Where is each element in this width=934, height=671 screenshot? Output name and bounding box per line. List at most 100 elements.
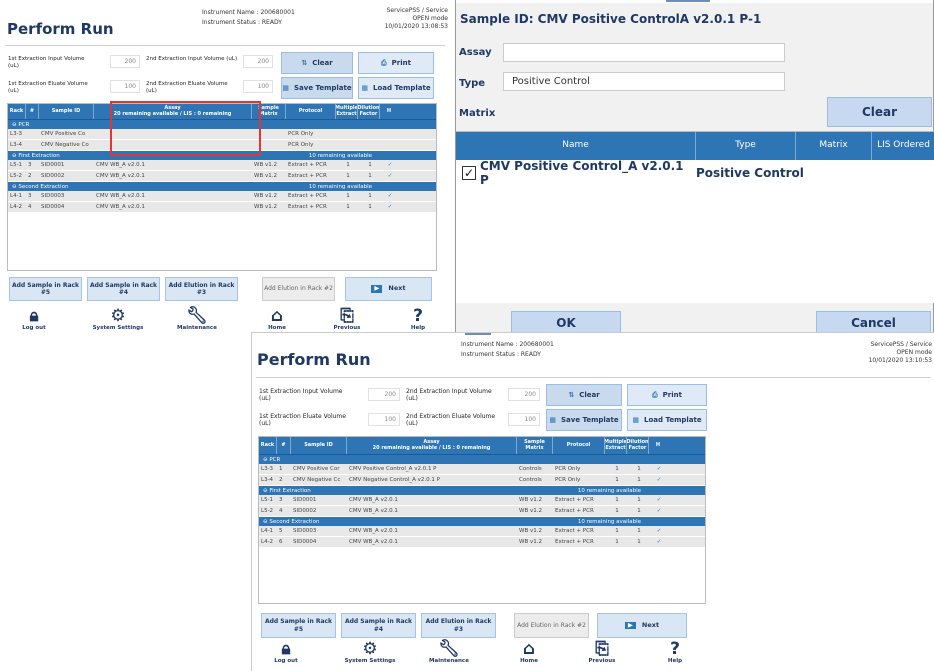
type-field[interactable]: Positive Control <box>503 72 785 91</box>
cell-h[interactable]: ✓ <box>649 497 667 503</box>
table-row[interactable]: L3-3 1 CMV Positive Cor CMV Positive Contro… <box>259 464 705 475</box>
table-header: Rack # Sample ID Assay 20 remaining avail… <box>259 437 705 455</box>
remaining-label: 10 remaining available <box>577 487 641 494</box>
perform-run-screen-1: Perform Run Instrument Name : 200680001 … <box>0 0 450 340</box>
datetime: 10/01/2020 13:10:53 <box>868 357 932 364</box>
cell-mult: 1 <box>615 539 619 545</box>
clear-button[interactable]: ⇅ Clear <box>281 52 353 74</box>
group-pcr[interactable]: ⊖ PCR <box>259 455 705 464</box>
print-button[interactable]: ⎙ Print <box>358 52 434 74</box>
add-elution-rack2-button[interactable]: Add Elution in Rack #2 <box>514 613 589 638</box>
table-row[interactable]: L5-2 2 SID0002 CMV WB_A v2.0.1 WB v1.2 Extrac… <box>8 171 436 182</box>
lock-icon: 🔒︎ <box>281 639 291 659</box>
lock-icon: 🔒︎ <box>29 306 39 326</box>
help-button[interactable]: ? Help <box>660 641 690 665</box>
cell-h[interactable]: ✓ <box>380 193 398 199</box>
cell-protocol: Extract + PCR <box>555 508 594 514</box>
matrix-field[interactable] <box>503 102 785 121</box>
print-button[interactable]: ⎙ Print <box>627 384 707 406</box>
next-arrow-icon: ▶ <box>371 284 383 293</box>
add-sample-rack4-button[interactable]: Add Sample in Rack #4 <box>87 277 160 301</box>
cell-assay: CMV WB_A v2.0.1 <box>96 204 145 210</box>
maintenance-button[interactable]: 🔧︎ Maintenance <box>172 308 222 332</box>
cell-mult: 1 <box>615 508 619 514</box>
cell-rack: L4-1 <box>261 528 274 534</box>
cell-rack: L3-4 <box>10 142 23 148</box>
help-button[interactable]: ? Help <box>403 308 433 332</box>
add-sample-rack5-button[interactable]: Add Sample in Rack #5 <box>9 277 82 301</box>
gear-icon: ⚙ <box>110 306 126 326</box>
dialog-clear-button[interactable]: Clear <box>827 97 932 127</box>
cell-h[interactable]: ✓ <box>649 508 667 514</box>
page-title: Perform Run <box>257 350 371 369</box>
elu2-input[interactable]: 100 <box>243 80 273 93</box>
cell-assay: CMV Positive Control_A v2.0.1 P <box>349 466 437 472</box>
add-elution-rack3-button[interactable]: Add Elution in Rack #3 <box>421 613 496 638</box>
logout-button[interactable]: 🔒︎ Log out <box>266 639 306 665</box>
group-label-text: ⊖ PCR <box>12 121 30 128</box>
ext2-input[interactable]: 200 <box>243 55 273 68</box>
cell-dil: 1 <box>637 539 641 545</box>
cell-protocol: Extract + PCR <box>555 497 594 503</box>
next-button[interactable]: ▶ Next <box>597 613 687 638</box>
home-button[interactable]: ⌂ Home <box>262 308 292 332</box>
load-template-button[interactable]: ▦ Load Template <box>627 409 707 431</box>
grid-icon: ▦ <box>549 416 556 424</box>
load-template-button[interactable]: ▦ Load Template <box>358 77 434 99</box>
table-row[interactable]: L5-1 3 SID0001 CMV WB_A v2.0.1 WB v1.2 Extrac… <box>8 160 436 171</box>
previous-button[interactable]: ⎘ Previous <box>582 641 622 665</box>
cell-h[interactable]: ✓ <box>380 173 398 179</box>
previous-button[interactable]: ⎘ Previous <box>327 308 367 332</box>
table-row[interactable]: L4-1 3 SID0003 CMV WB_A v2.0.1 WB v1.2 Extrac… <box>8 191 436 202</box>
table-row[interactable]: L5-2 4 SID0002 CMV WB_A v2.0.1 WB v1.2 Extrac… <box>259 506 705 517</box>
cell-h[interactable]: ✓ <box>380 162 398 168</box>
title-bar-handle <box>465 333 491 335</box>
table-row[interactable]: L4-2 4 SID0004 CMV WB_A v2.0.1 WB v1.2 Extrac… <box>8 202 436 213</box>
cell-rack: L4-2 <box>261 539 274 545</box>
table-row[interactable]: L5-1 3 SID0001 CMV WB_A v2.0.1 WB v1.2 Extrac… <box>259 495 705 506</box>
clear-button[interactable]: ⇅ Clear <box>546 384 622 406</box>
checkbox-checked-icon[interactable]: ✓ <box>462 166 476 180</box>
ext1-input[interactable]: 200 <box>368 388 400 401</box>
cell-h[interactable]: ✓ <box>649 539 667 545</box>
group-second-extraction[interactable]: ⊖ Second Extraction 10 remaining availabl… <box>8 182 436 191</box>
group-first-extraction[interactable]: ⊖ First Extraction 10 remaining available <box>259 486 705 495</box>
system-settings-button[interactable]: ⚙ System Settings <box>342 641 398 665</box>
save-template-button[interactable]: ▦ Save Template <box>281 77 353 99</box>
clear-icon: ⇅ <box>568 391 575 399</box>
group-label-text: ⊖ Second Extraction <box>12 183 69 190</box>
cell-rack: L5-1 <box>261 497 274 503</box>
cell-protocol: Extract + PCR <box>288 162 327 168</box>
grid-icon: ▦ <box>632 416 640 424</box>
home-button[interactable]: ⌂ Home <box>514 641 544 665</box>
add-sample-rack4-button[interactable]: Add Sample in Rack #4 <box>341 613 416 638</box>
cell-h[interactable]: ✓ <box>649 466 667 472</box>
add-elution-rack2-button[interactable]: Add Elution in Rack #2 <box>262 277 335 301</box>
cell-protocol: PCR Only <box>288 131 314 137</box>
next-arrow-icon: ▶ <box>624 621 636 630</box>
cell-sample: CMV Negative Co <box>41 142 89 148</box>
table-row[interactable]: L4-1 5 SID0003 CMV WB_A v2.0.1 WB v1.2 Extrac… <box>259 526 705 537</box>
ext2-input[interactable]: 200 <box>508 388 540 401</box>
assay-row[interactable]: ✓ CMV Positive Control_A v2.0.1 P Positiv… <box>456 159 934 187</box>
add-elution-rack3-button[interactable]: Add Elution in Rack #3 <box>165 277 238 301</box>
assay-field[interactable] <box>503 43 785 62</box>
elu1-input[interactable]: 100 <box>110 80 140 93</box>
group-second-extraction[interactable]: ⊖ Second Extraction 10 remaining availabl… <box>259 517 705 526</box>
ext1-input[interactable]: 200 <box>110 55 140 68</box>
save-template-button[interactable]: ▦ Save Template <box>546 409 622 431</box>
print-icon: ⎙ <box>652 390 658 399</box>
cell-h[interactable]: ✓ <box>649 528 667 534</box>
elu2-input[interactable]: 100 <box>508 413 540 426</box>
cell-h[interactable]: ✓ <box>649 477 667 483</box>
next-button[interactable]: ▶ Next <box>345 277 432 301</box>
logout-button[interactable]: 🔒︎ Log out <box>14 306 54 332</box>
cell-h[interactable]: ✓ <box>380 204 398 210</box>
table-row[interactable]: L3-4 2 CMV Negative Cc CMV Negative Control… <box>259 475 705 486</box>
elu1-input[interactable]: 100 <box>368 413 400 426</box>
table-row[interactable]: L4-2 6 SID0004 CMV WB_A v2.0.1 WB v1.2 Extrac… <box>259 537 705 548</box>
maintenance-button[interactable]: 🔧︎ Maintenance <box>424 641 474 665</box>
sample-dialog: Sample ID: CMV Positive ControlA v2.0.1 … <box>455 0 934 337</box>
system-settings-button[interactable]: ⚙ System Settings <box>90 306 146 332</box>
add-sample-rack5-button[interactable]: Add Sample in Rack #5 <box>261 613 336 638</box>
